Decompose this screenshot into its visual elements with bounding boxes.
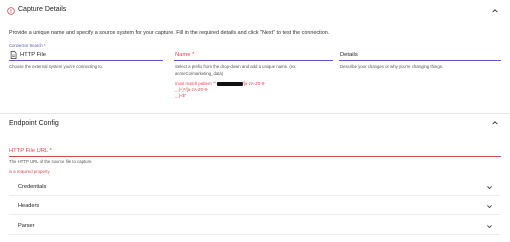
http-file-url-input[interactable] [9, 156, 501, 157]
http-file-url-label: HTTP File URL * [9, 148, 52, 154]
url-help-text: The HTTP URL of the source file to captu… [9, 159, 93, 164]
accordion-credentials[interactable]: Credentials [9, 179, 501, 196]
connector-search-value: HTTP File [20, 52, 46, 58]
details-field-label: Details [340, 52, 358, 58]
accordion-parser[interactable]: Parser [9, 218, 501, 235]
capture-intro-text: Provide a unique name and specify a sour… [9, 30, 330, 36]
details-field[interactable] [339, 48, 501, 61]
redacted-block [216, 81, 243, 87]
url-error-text: is a required property [9, 169, 50, 174]
capture-details-title: Capture Details [18, 6, 67, 13]
chevron-up-icon[interactable] [491, 119, 499, 127]
name-field-label: Name * [175, 52, 195, 58]
chevron-up-icon[interactable] [491, 7, 499, 15]
endpoint-config-title: Endpoint Config [9, 120, 59, 127]
details-help-text: Describe your changes or why you're chan… [340, 64, 444, 69]
name-help-line2: acmeCo/marketing_data) [175, 70, 224, 76]
chevron-down-icon[interactable] [486, 203, 493, 210]
accordion-credentials-label: Credentials [18, 184, 47, 190]
capture-details-header[interactable]: Capture Details [0, 0, 510, 22]
name-help-text: Select a prefix from the drop-down and a… [175, 64, 335, 77]
accordion-headers-label: Headers [18, 203, 40, 209]
name-error-rest: /[a-zA-Z0-9- [242, 81, 266, 86]
chevron-down-icon[interactable] [486, 184, 493, 191]
accordion-headers[interactable]: Headers [9, 198, 501, 215]
alert-circle-icon [7, 7, 15, 15]
chevron-down-icon[interactable] [486, 223, 493, 230]
name-error-line3: _.]+$" [175, 93, 187, 98]
accordion-parser-label: Parser [18, 223, 35, 229]
connector-help-text: Choose the external system you're connec… [9, 64, 103, 69]
endpoint-config-header[interactable]: Endpoint Config [0, 113, 510, 135]
file-icon [10, 51, 17, 59]
name-error-text: must match pattern "^/[a-zA-Z0-9- _.]+)*… [175, 81, 335, 99]
name-error-prefix: must match pattern "^ [175, 81, 217, 86]
name-field[interactable] [174, 48, 333, 61]
